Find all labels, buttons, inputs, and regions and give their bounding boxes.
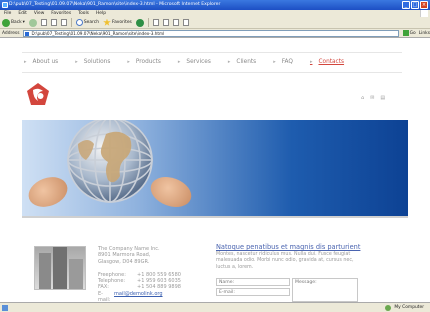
menu-help[interactable]: Help bbox=[96, 10, 106, 17]
company-logo-icon[interactable] bbox=[26, 82, 50, 106]
windows-logo-icon bbox=[420, 10, 428, 17]
back-arrow-icon bbox=[2, 18, 10, 27]
form-description: Montes, nascetur ridiculus mus. Nulla du… bbox=[216, 252, 354, 270]
main-nav: ▸ About us ▸ Solutions ▸ Products ▸ Serv… bbox=[24, 52, 404, 72]
arrow-bullet-icon: ▸ bbox=[24, 59, 27, 65]
arrow-bullet-icon: ▸ bbox=[309, 59, 313, 65]
back-label: Back bbox=[11, 20, 22, 25]
nav-item-label: Services bbox=[186, 59, 211, 65]
nav-item-label: Contacts bbox=[318, 59, 345, 65]
nav-divider-bottom bbox=[22, 72, 402, 73]
nav-item-label: FAQ bbox=[281, 59, 293, 65]
refresh-button[interactable] bbox=[50, 19, 57, 26]
print-button[interactable] bbox=[162, 19, 169, 26]
arrow-bullet-icon: ▸ bbox=[227, 59, 231, 65]
favorites-button[interactable]: Favorites bbox=[103, 18, 132, 27]
office-building-image bbox=[34, 246, 86, 290]
star-icon bbox=[103, 18, 111, 26]
address-bar: Address D:\pub\07_Testing\01.09.07\Neka\… bbox=[0, 29, 430, 38]
home-button[interactable] bbox=[60, 19, 67, 26]
arrow-bullet-icon: ▸ bbox=[75, 59, 78, 65]
arrow-bullet-icon: ▸ bbox=[177, 59, 181, 65]
sitemap-icon[interactable]: ▤ bbox=[380, 95, 385, 101]
email-label: E-mail: bbox=[98, 290, 111, 302]
nav-item-contacts[interactable]: ▸ Contacts bbox=[310, 59, 344, 65]
media-button[interactable] bbox=[135, 18, 144, 27]
forward-button[interactable] bbox=[28, 18, 37, 27]
stop-button[interactable] bbox=[40, 19, 47, 26]
nav-item-label: Clients bbox=[236, 59, 257, 65]
message-field-placeholder: Message: bbox=[295, 280, 317, 285]
page-tools: ⌂ ✉ ▤ bbox=[361, 95, 385, 101]
favorites-label: Favorites bbox=[111, 20, 132, 25]
menu-tools[interactable]: Tools bbox=[78, 10, 89, 17]
nav-item-label: Solutions bbox=[83, 59, 111, 65]
nav-item-clients[interactable]: ▸ Clients bbox=[228, 59, 256, 65]
address-value: D:\pub\07_Testing\01.09.07\Neka\901_Ramo… bbox=[31, 30, 165, 36]
status-bar: My Computer bbox=[0, 302, 430, 312]
go-label: Go bbox=[409, 30, 416, 36]
discuss-button[interactable] bbox=[182, 19, 189, 26]
home-icon[interactable]: ⌂ bbox=[361, 95, 364, 101]
browser-toolbar: Back ▾ Search Favorites bbox=[0, 17, 430, 29]
close-button[interactable]: × bbox=[420, 1, 428, 9]
arrow-bullet-icon: ▸ bbox=[127, 59, 130, 65]
message-field[interactable]: Message: bbox=[292, 278, 358, 302]
mail-icon[interactable]: ✉ bbox=[370, 95, 374, 101]
go-button[interactable]: Go bbox=[402, 30, 416, 36]
hero-banner bbox=[22, 120, 408, 216]
toolbar-separator bbox=[70, 18, 72, 27]
nav-item-products[interactable]: ▸ Products bbox=[127, 59, 161, 65]
arrow-bullet-icon: ▸ bbox=[273, 59, 276, 65]
menu-view[interactable]: View bbox=[34, 10, 44, 17]
window-title: D:\pub\07_Testing\01.09.07\Neka\901_Ramo… bbox=[9, 2, 221, 7]
company-contact-info: The Company Name Inc. 8901 Marmora Road,… bbox=[98, 246, 181, 302]
page-done-icon bbox=[2, 305, 8, 311]
search-button[interactable]: Search bbox=[75, 19, 99, 26]
name-field-placeholder: Name: bbox=[219, 280, 235, 285]
address-label: Address bbox=[2, 30, 20, 36]
maximize-button[interactable]: □ bbox=[411, 1, 419, 9]
page-viewport: ▸ About us ▸ Solutions ▸ Products ▸ Serv… bbox=[0, 38, 430, 302]
banner-shadow bbox=[22, 216, 408, 218]
links-button[interactable]: Links bbox=[419, 31, 430, 36]
window-titlebar: D:\pub\07_Testing\01.09.07\Neka\901_Ramo… bbox=[0, 0, 430, 10]
security-zone: My Computer bbox=[385, 303, 424, 312]
menu-favorites[interactable]: Favorites bbox=[51, 10, 71, 17]
menu-file[interactable]: File bbox=[4, 10, 11, 17]
search-icon bbox=[75, 19, 83, 26]
search-label: Search bbox=[83, 20, 99, 25]
nav-item-about[interactable]: ▸ About us bbox=[24, 59, 58, 65]
nav-item-solutions[interactable]: ▸ Solutions bbox=[75, 59, 110, 65]
menu-edit[interactable]: Edit bbox=[18, 10, 27, 17]
page-icon bbox=[24, 31, 29, 36]
nav-item-label: Products bbox=[135, 59, 161, 65]
mail-button[interactable] bbox=[152, 19, 159, 26]
go-arrow-icon bbox=[402, 30, 409, 36]
minimize-button[interactable]: _ bbox=[402, 1, 410, 9]
back-button[interactable]: Back ▾ bbox=[2, 18, 25, 27]
nav-item-services[interactable]: ▸ Services bbox=[178, 59, 211, 65]
form-heading-link[interactable]: Natoque penatibus et magnis dis parturie… bbox=[216, 243, 360, 251]
nav-item-label: About us bbox=[32, 59, 59, 65]
edit-button[interactable] bbox=[172, 19, 179, 26]
globe-image bbox=[67, 120, 153, 203]
email-field[interactable]: E-mail: bbox=[216, 288, 290, 296]
email-field-placeholder: E-mail: bbox=[219, 290, 235, 295]
name-field[interactable]: Name: bbox=[216, 278, 290, 286]
chevron-down-icon[interactable]: ▾ bbox=[23, 20, 25, 25]
toolbar-separator bbox=[147, 18, 149, 27]
nav-item-faq[interactable]: ▸ FAQ bbox=[273, 59, 293, 65]
email-link[interactable]: mail@demolink.org bbox=[114, 291, 163, 302]
address-input[interactable]: D:\pub\07_Testing\01.09.07\Neka\901_Ramo… bbox=[22, 29, 399, 37]
ie-icon bbox=[2, 2, 8, 8]
menu-bar: File Edit View Favorites Tools Help bbox=[0, 10, 430, 17]
